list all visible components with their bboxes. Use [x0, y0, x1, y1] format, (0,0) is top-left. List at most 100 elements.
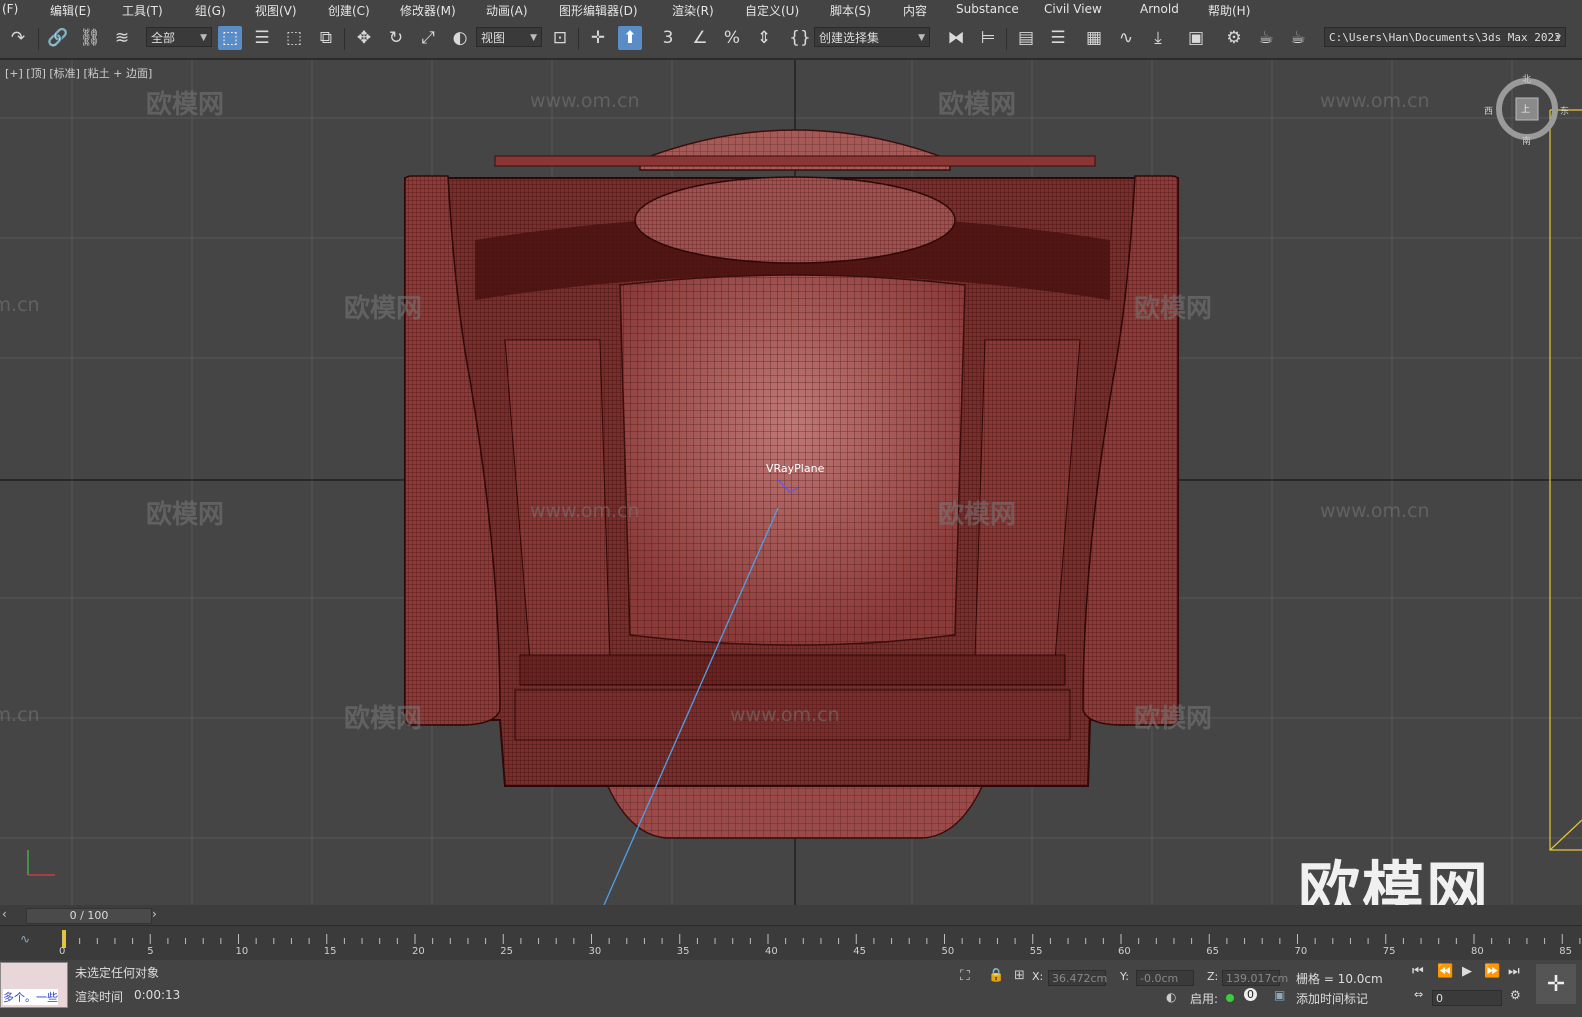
menu-view[interactable]: 视图(V) — [255, 2, 297, 19]
link-icon[interactable]: 🔗 — [46, 26, 70, 50]
rotate-icon[interactable]: ↻ — [384, 26, 408, 50]
select-manipulate-icon[interactable]: ✛ — [586, 26, 610, 50]
render-setup-icon[interactable]: ⚙ — [1222, 26, 1246, 50]
chevron-left-icon[interactable]: ‹ — [2, 907, 7, 921]
selection-filter-value: 全部 — [151, 31, 176, 45]
selection-lock-icon[interactable]: ◐ — [1166, 990, 1176, 1004]
viewcube-west[interactable]: 西 — [1484, 104, 1493, 117]
redo-icon[interactable]: ↷ — [6, 26, 30, 50]
track-bar[interactable]: ∿ 0 5 10 15 20 25 30 35 40 45 50 55 60 65 70 75 80 85 — [0, 925, 1582, 961]
named-selection-dropdown[interactable]: 创建选择集 ▼ — [814, 27, 930, 47]
menu-file[interactable]: (F) — [2, 2, 18, 16]
project-path-dropdown[interactable]: C:\Users\Han\Documents\3ds Max 2022 ▼ — [1324, 27, 1566, 47]
curve-editor-icon[interactable]: ∿ — [1114, 26, 1138, 50]
status-bar: 多个。一些 未选定任何对象 渲染时间 0:00:13 ⛶ 🔒 ⊞ X: 36.4… — [0, 960, 1582, 1017]
key-mode-icon[interactable]: ⇔ — [1414, 988, 1423, 1001]
main-toolbar: ↷ 🔗 ⛓ ≋ 全部 ▼ ⬚ ☰ ⬚ ⧉ ✥ ↻ ⤢ ◐ 视图 ▼ ⊡ ✛ ⬆ 3 … — [0, 20, 1582, 60]
move-icon[interactable]: ✥ — [352, 26, 376, 50]
track-tick-label: 40 — [765, 946, 778, 957]
render-icon[interactable]: ☕ — [1286, 26, 1310, 50]
scale-icon[interactable]: ⤢ — [416, 26, 440, 50]
track-tick-label: 5 — [147, 946, 154, 957]
x-coord-field[interactable]: 36.472cm — [1048, 970, 1107, 986]
edit-named-selection-icon[interactable]: {} — [788, 26, 812, 50]
angle-snap-icon[interactable]: ∠ — [688, 26, 712, 50]
menu-help[interactable]: 帮助(H) — [1208, 2, 1250, 19]
enable-label: 启用: — [1190, 992, 1219, 1006]
viewcube[interactable]: 北 南 西 东 上 — [1484, 72, 1569, 147]
next-frame-icon[interactable]: ⏩ — [1484, 964, 1500, 979]
percent-snap-icon[interactable]: % — [720, 26, 744, 50]
rect-selection-icon[interactable]: ⬚ — [282, 26, 306, 50]
viewcube-face[interactable]: 上 — [1521, 102, 1530, 115]
menu-civil-view[interactable]: Civil View — [1044, 2, 1102, 16]
selection-filter-dropdown[interactable]: 全部 ▼ — [146, 27, 212, 47]
menu-animation[interactable]: 动画(A) — [486, 2, 528, 19]
spinner-snap-icon[interactable]: ⇕ — [752, 26, 776, 50]
select-object-icon[interactable]: ⬚ — [218, 26, 242, 50]
current-frame-field[interactable]: 0 — [1432, 990, 1502, 1006]
unlink-icon[interactable]: ⛓ — [78, 26, 102, 50]
material-editor-icon[interactable]: ▣ — [1184, 26, 1208, 50]
time-slider[interactable]: 0 / 100 — [26, 908, 152, 924]
scene-explorer-icon[interactable]: ☰ — [1046, 26, 1070, 50]
maxscript-listener[interactable]: 多个。一些 — [0, 962, 68, 1008]
add-time-tag[interactable]: 添加时间标记 — [1296, 990, 1368, 1007]
menu-rendering[interactable]: 渲染(R) — [672, 2, 714, 19]
layer-explorer-icon[interactable]: ▤ — [1014, 26, 1038, 50]
viewcube-east[interactable]: 东 — [1560, 104, 1569, 117]
absolute-mode-icon[interactable]: ⊞ — [1014, 968, 1025, 983]
top-viewport[interactable]: [+] [顶] [标准] [粘土 + 边面] 欧模网 www.om.cn 欧模网… — [0, 60, 1582, 905]
render-frame-icon[interactable]: ☕ — [1254, 26, 1278, 50]
menu-arnold[interactable]: Arnold — [1140, 2, 1179, 16]
status-dot-icon — [1226, 994, 1234, 1002]
bind-spacewarp-icon[interactable]: ≋ — [110, 26, 134, 50]
viewport-label[interactable]: [+] [顶] [标准] [粘土 + 边面] — [5, 65, 152, 81]
chevron-right-icon[interactable]: › — [152, 907, 157, 921]
previous-frame-icon[interactable]: ⏪ — [1437, 964, 1453, 979]
menu-modifiers[interactable]: 修改器(M) — [400, 2, 456, 19]
menu-create[interactable]: 创建(C) — [328, 2, 370, 19]
track-tick-label: 0 — [59, 946, 66, 957]
window-crossing-icon[interactable]: ⧉ — [314, 26, 338, 50]
enable-value[interactable]: 0 — [1244, 988, 1257, 1001]
time-tag-icon[interactable]: ▣ — [1274, 988, 1285, 1002]
snap-3d-icon[interactable]: 3 — [656, 26, 680, 50]
lock-icon[interactable]: 🔒 — [988, 968, 1004, 983]
z-coord-field[interactable]: 139.017cm — [1222, 970, 1288, 986]
menu-scripting[interactable]: 脚本(S) — [830, 2, 871, 19]
menu-customize[interactable]: 自定义(U) — [745, 2, 799, 19]
go-to-start-icon[interactable]: ⏮ — [1412, 964, 1424, 979]
menu-graph-editors[interactable]: 图形编辑器(D) — [559, 2, 638, 19]
align-icon[interactable]: ⊨ — [976, 26, 1000, 50]
viewcube-south[interactable]: 南 — [1522, 134, 1531, 147]
y-coord-field[interactable]: -0.0cm — [1136, 970, 1194, 986]
track-tick-label: 30 — [588, 946, 602, 957]
menu-group[interactable]: 组(G) — [195, 2, 226, 19]
go-to-end-icon[interactable]: ⏭ — [1508, 964, 1520, 979]
vrayplane-label[interactable]: VRayPlane — [766, 462, 824, 475]
mirror-icon[interactable]: ⧓ — [944, 26, 968, 50]
keyboard-shortcut-override-icon[interactable]: ⬆ — [618, 26, 642, 50]
track-ticks — [62, 934, 1581, 944]
placement-icon[interactable]: ◐ — [448, 26, 472, 50]
menu-substance[interactable]: Substance — [956, 2, 1019, 16]
play-icon[interactable]: ▶ — [1462, 964, 1472, 979]
schematic-icon[interactable]: ⤓ — [1146, 26, 1170, 50]
select-by-name-icon[interactable]: ☰ — [250, 26, 274, 50]
viewcube-north[interactable]: 北 — [1522, 72, 1531, 85]
menu-content[interactable]: 内容 — [903, 2, 927, 19]
viewport-navigation-icon[interactable]: ✛ — [1536, 964, 1576, 1004]
curve-editor-mini-icon[interactable]: ∿ — [20, 932, 30, 946]
isolate-icon[interactable]: ⛶ — [960, 968, 970, 984]
render-time-value: 0:00:13 — [134, 988, 181, 1002]
menu-tools[interactable]: 工具(T) — [122, 2, 163, 19]
menu-edit[interactable]: 编辑(E) — [50, 2, 91, 19]
track-tick-label: 55 — [1029, 946, 1043, 957]
listener-text: 多个。一些 — [3, 989, 58, 1005]
reference-coord-dropdown[interactable]: 视图 ▼ — [476, 27, 542, 47]
track-tick-label: 20 — [412, 946, 425, 957]
use-pivot-icon[interactable]: ⊡ — [548, 26, 572, 50]
time-config-icon[interactable]: ⚙ — [1510, 988, 1521, 1002]
ribbon-icon[interactable]: ▦ — [1082, 26, 1106, 50]
